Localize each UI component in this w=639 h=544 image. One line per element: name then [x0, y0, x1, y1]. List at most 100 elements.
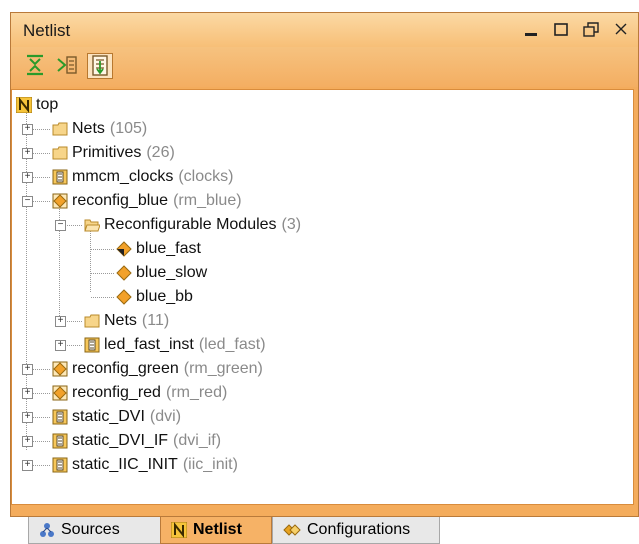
- tree-node[interactable]: Primitives (26): [52, 142, 175, 164]
- partition-icon: [52, 361, 68, 377]
- expand-toggle[interactable]: +: [22, 124, 33, 135]
- tree-node-cell-name: (led_fast): [198, 336, 266, 353]
- auto-scroll-icon: [92, 55, 108, 76]
- tree-node-label: blue_fast: [136, 240, 201, 257]
- tree-node-label: reconfig_red: [72, 384, 161, 401]
- maximize-icon: [554, 23, 568, 36]
- close-button[interactable]: [612, 19, 630, 39]
- tree-node-label: Reconfigurable Modules: [104, 216, 277, 233]
- rm-active-icon: [116, 241, 132, 257]
- tree-node-cell-name: (26): [146, 144, 175, 161]
- netlist-tree[interactable]: top + Nets (105) + Primitives (26) + mmcm_clock…: [11, 89, 634, 505]
- tree-node[interactable]: reconfig_red (rm_red): [52, 382, 227, 404]
- sources-icon: [40, 523, 54, 537]
- tree-node[interactable]: static_DVI (dvi): [52, 406, 181, 428]
- restore-icon: [583, 22, 599, 37]
- folder-icon: [84, 314, 100, 328]
- expand-toggle[interactable]: +: [22, 364, 33, 375]
- netlist-icon: [171, 522, 187, 538]
- tree-node-label: reconfig_green: [72, 360, 179, 377]
- folder-icon: [52, 146, 68, 160]
- module-icon: [52, 169, 68, 185]
- tree-node[interactable]: reconfig_blue (rm_blue): [52, 190, 242, 212]
- tree-node[interactable]: reconfig_green (rm_green): [52, 358, 263, 380]
- tab-configurations[interactable]: Configurations: [272, 517, 440, 544]
- auto-scroll-button[interactable]: [87, 53, 113, 79]
- tree-node[interactable]: blue_slow: [116, 262, 207, 284]
- collapse-toggle[interactable]: −: [55, 220, 66, 231]
- module-icon: [52, 409, 68, 425]
- tree-node-label: Nets: [104, 312, 137, 329]
- expand-toggle[interactable]: +: [22, 172, 33, 183]
- tree-node-label: Nets: [72, 120, 105, 137]
- expand-toggle[interactable]: +: [22, 148, 33, 159]
- tree-line: [91, 297, 114, 298]
- tree-root-label: top: [36, 96, 59, 113]
- netlist-top-icon: [16, 97, 32, 113]
- tab-netlist[interactable]: Netlist: [160, 517, 272, 544]
- tree-node-label: blue_bb: [136, 288, 193, 305]
- rm-icon: [116, 289, 132, 305]
- tree-root[interactable]: top: [16, 94, 58, 116]
- minimize-icon: [525, 33, 537, 36]
- collapse-all-icon: [27, 54, 43, 76]
- restore-button[interactable]: [582, 19, 600, 39]
- expand-toggle[interactable]: +: [22, 460, 33, 471]
- collapse-all-button[interactable]: [23, 53, 49, 79]
- expand-all-button[interactable]: [55, 53, 81, 79]
- tree-node-label: static_IIC_INIT: [72, 456, 178, 473]
- tree-node[interactable]: led_fast_inst (led_fast): [84, 334, 266, 356]
- tab-configurations-label: Configurations: [307, 521, 411, 538]
- tree-node[interactable]: static_IIC_INIT (iic_init): [52, 454, 238, 476]
- window-controls: [522, 19, 630, 39]
- tab-sources[interactable]: Sources: [28, 517, 162, 544]
- tree-node-label: led_fast_inst: [104, 336, 194, 353]
- tree-line: [91, 273, 114, 274]
- expand-all-icon: [57, 56, 77, 74]
- expand-toggle[interactable]: +: [22, 436, 33, 447]
- tree-node-label: blue_slow: [136, 264, 208, 281]
- panel-title: Netlist: [23, 21, 71, 40]
- folder-open-icon: [84, 219, 100, 232]
- folder-icon: [52, 122, 68, 136]
- expand-toggle[interactable]: +: [55, 340, 66, 351]
- collapse-toggle[interactable]: −: [22, 196, 33, 207]
- tab-netlist-label: Netlist: [193, 521, 242, 538]
- maximize-button[interactable]: [552, 19, 570, 39]
- tree-node[interactable]: blue_fast: [116, 238, 201, 260]
- expand-toggle[interactable]: +: [55, 316, 66, 327]
- expand-toggle[interactable]: +: [22, 388, 33, 399]
- tree-node[interactable]: blue_bb: [116, 286, 193, 308]
- tree-node-cell-name: (clocks): [178, 168, 234, 185]
- tree-node-cell-name: (dvi): [149, 408, 182, 425]
- tree-node[interactable]: static_DVI_IF (dvi_if): [52, 430, 221, 452]
- tab-sources-label: Sources: [61, 521, 120, 538]
- tree-node-label: static_DVI: [72, 408, 145, 425]
- minimize-button[interactable]: [522, 19, 540, 39]
- partition-icon: [52, 193, 68, 209]
- tree-node-cell-name: (3): [281, 216, 302, 233]
- tree-node-label: static_DVI_IF: [72, 432, 169, 449]
- tree-node-cell-name: (dvi_if): [173, 432, 222, 449]
- panel-tabs: Sources Netlist Configurations: [0, 517, 639, 544]
- title-bar: Netlist: [11, 13, 638, 47]
- module-icon: [52, 433, 68, 449]
- tree-node[interactable]: mmcm_clocks (clocks): [52, 166, 233, 188]
- expand-toggle[interactable]: +: [22, 412, 33, 423]
- configurations-icon: [283, 524, 301, 536]
- tree-node[interactable]: Reconfigurable Modules (3): [84, 214, 301, 236]
- tree-node-label: mmcm_clocks: [72, 168, 174, 185]
- tree-node[interactable]: Nets (11): [84, 310, 169, 332]
- tree-node-cell-name: (rm_blue): [173, 192, 242, 209]
- close-icon: [615, 23, 627, 35]
- tree-line: [26, 110, 27, 450]
- toolbar: [11, 47, 638, 87]
- tree-node-label: reconfig_blue: [72, 192, 169, 209]
- tree-node-cell-name: (rm_red): [165, 384, 228, 401]
- tree-line: [91, 249, 114, 250]
- tree-node-cell-name: (11): [141, 312, 170, 329]
- module-icon: [52, 457, 68, 473]
- tree-node[interactable]: Nets (105): [52, 118, 147, 140]
- rm-icon: [116, 265, 132, 281]
- tree-node-label: Primitives: [72, 144, 142, 161]
